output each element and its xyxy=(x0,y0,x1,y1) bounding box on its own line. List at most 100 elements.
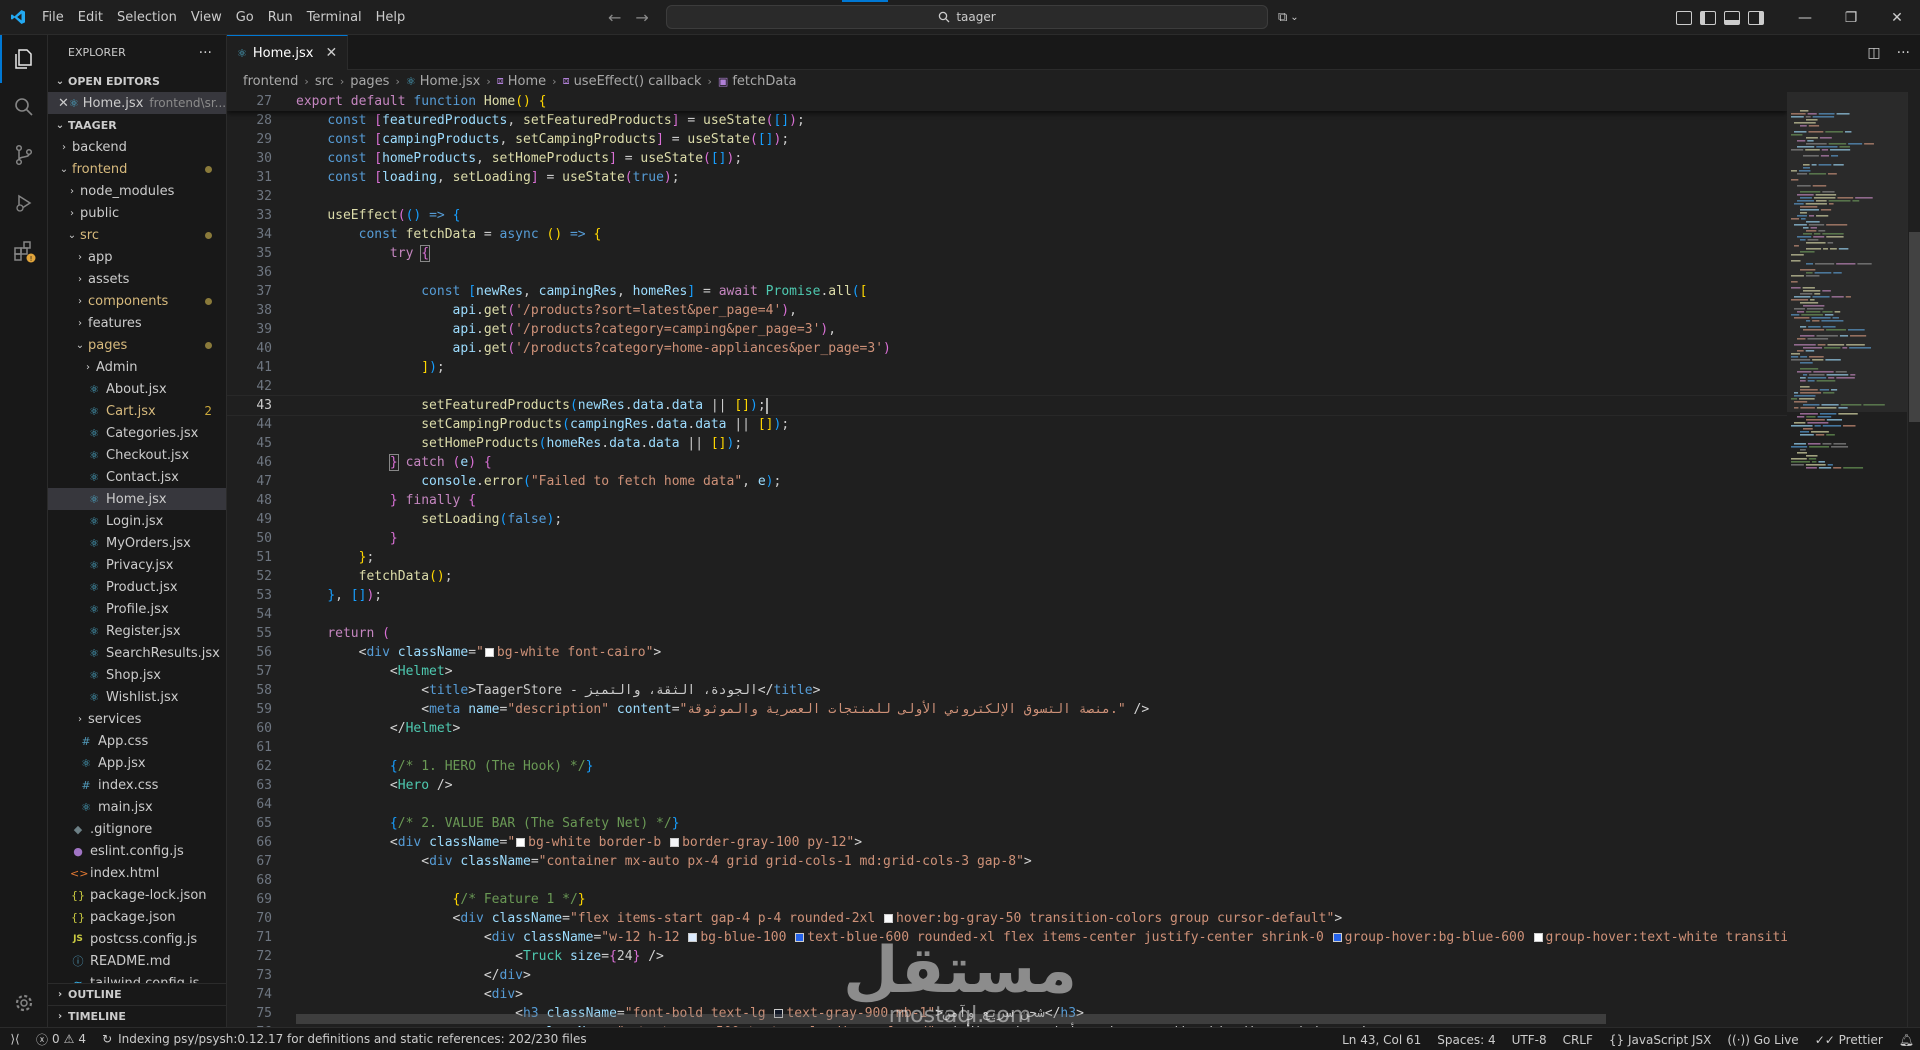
code-editor[interactable]: 27 export default function Home() { 28 c… xyxy=(227,92,1787,1027)
folder-item[interactable]: › components xyxy=(48,290,226,312)
toggle-primary-sidebar-icon[interactable] xyxy=(1700,10,1716,25)
file-item[interactable]: ⚛ Profile.jsx xyxy=(48,598,226,620)
folder-item[interactable]: › Admin xyxy=(48,356,226,378)
timeline-header[interactable]: › TIMELINE xyxy=(48,1005,226,1027)
file-item[interactable]: ⚛ Privacy.jsx xyxy=(48,554,226,576)
file-item[interactable]: ⚛ main.jsx xyxy=(48,796,226,818)
file-item[interactable]: # index.css xyxy=(48,774,226,796)
indentation[interactable]: Spaces: 4 xyxy=(1437,1033,1495,1047)
file-item[interactable]: JS postcss.config.js xyxy=(48,928,226,950)
file-item[interactable]: ⚛ Shop.jsx xyxy=(48,664,226,686)
folder-item[interactable]: › public xyxy=(48,202,226,224)
file-item[interactable]: {} package-lock.json xyxy=(48,884,226,906)
folder-item[interactable]: › assets xyxy=(48,268,226,290)
menu-item-selection[interactable]: Selection xyxy=(110,0,184,35)
file-item[interactable]: ⚛ Cart.jsx 2 xyxy=(48,400,226,422)
file-item[interactable]: ● eslint.config.js xyxy=(48,840,226,862)
run-debug-icon[interactable] xyxy=(0,179,48,227)
menu-item-view[interactable]: View xyxy=(184,0,229,35)
language-mode[interactable]: {} JavaScript JSX xyxy=(1609,1033,1711,1047)
close-window-icon[interactable]: ✕ xyxy=(1874,0,1920,35)
open-editors-header[interactable]: ⌄ OPEN EDITORS xyxy=(48,70,226,92)
file-item[interactable]: ⚛ Contact.jsx xyxy=(48,466,226,488)
prettier-status[interactable]: ✓✓ Prettier xyxy=(1815,1033,1883,1047)
breadcrumb-item[interactable]: frontend xyxy=(243,74,298,89)
file-item[interactable]: ⚛ MyOrders.jsx xyxy=(48,532,226,554)
folder-item[interactable]: ⌄ pages xyxy=(48,334,226,356)
toggle-panel-icon[interactable] xyxy=(1724,10,1740,25)
minimap-slider[interactable] xyxy=(1787,92,1907,412)
folder-item[interactable]: › node_modules xyxy=(48,180,226,202)
menu-item-terminal[interactable]: Terminal xyxy=(300,0,369,35)
file-item[interactable]: ⚛ Categories.jsx xyxy=(48,422,226,444)
close-tab-icon[interactable]: ✕ xyxy=(325,45,337,61)
project-header[interactable]: ⌄ TAAGER xyxy=(48,114,226,136)
menu-item-help[interactable]: Help xyxy=(369,0,413,35)
open-editor-item[interactable]: ✕ ⚛ Home.jsx frontend\sr... xyxy=(48,92,226,114)
explorer-icon[interactable] xyxy=(0,35,48,83)
file-item[interactable]: ⚛ Wishlist.jsx xyxy=(48,686,226,708)
folder-item[interactable]: › app xyxy=(48,246,226,268)
cursor-position[interactable]: Ln 43, Col 61 xyxy=(1342,1033,1421,1047)
back-arrow-icon[interactable]: ← xyxy=(608,8,621,27)
split-editor-icon[interactable]: ◫ xyxy=(1867,45,1880,61)
notifications-bell-icon[interactable]: 🔔︎ xyxy=(1899,1033,1914,1047)
file-item[interactable]: ⚛ Login.jsx xyxy=(48,510,226,532)
outline-header[interactable]: › OUTLINE xyxy=(48,983,226,1005)
vertical-scrollbar[interactable] xyxy=(1907,92,1920,1027)
search-icon[interactable] xyxy=(0,83,48,131)
file-item[interactable]: ⚛ App.jsx xyxy=(48,752,226,774)
close-icon[interactable]: ✕ xyxy=(58,96,69,111)
menu-item-edit[interactable]: Edit xyxy=(71,0,110,35)
file-item[interactable]: ⚛ SearchResults.jsx xyxy=(48,642,226,664)
breadcrumb-item[interactable]: src xyxy=(315,74,334,89)
breadcrumb-item[interactable]: Home.jsx xyxy=(420,74,481,89)
menu-item-file[interactable]: File xyxy=(35,0,71,35)
folder-item[interactable]: ⌄ src xyxy=(48,224,226,246)
copilot-menu[interactable]: ⧉ ⌄ xyxy=(1278,0,1299,35)
sticky-scroll-line[interactable]: 27 export default function Home() { xyxy=(227,92,1787,111)
restore-icon[interactable]: ❐ xyxy=(1828,0,1874,35)
file-item[interactable]: ⓘ README.md xyxy=(48,950,226,972)
encoding[interactable]: UTF-8 xyxy=(1512,1033,1547,1047)
folder-item[interactable]: › backend xyxy=(48,136,226,158)
menu-item-run[interactable]: Run xyxy=(261,0,300,35)
manage-gear-icon[interactable] xyxy=(0,979,48,1027)
end-of-line[interactable]: CRLF xyxy=(1563,1033,1593,1047)
minimize-icon[interactable]: — xyxy=(1782,0,1828,35)
file-item[interactable]: ⚛ Register.jsx xyxy=(48,620,226,642)
file-item[interactable]: ⚛ Home.jsx xyxy=(48,488,226,510)
file-item[interactable]: ◆ .gitignore xyxy=(48,818,226,840)
file-item[interactable]: # App.css xyxy=(48,730,226,752)
indexing-status[interactable]: ↻ Indexing psy/psysh:0.12.17 for definit… xyxy=(92,1032,587,1046)
horizontal-scrollbar[interactable] xyxy=(296,1014,1606,1024)
forward-arrow-icon[interactable]: → xyxy=(635,8,648,27)
folder-item[interactable]: ⌄ frontend xyxy=(48,158,226,180)
more-actions-icon[interactable]: ··· xyxy=(1897,45,1910,61)
file-item[interactable]: ⚛ Checkout.jsx xyxy=(48,444,226,466)
file-item[interactable]: ⚛ About.jsx xyxy=(48,378,226,400)
folder-item[interactable]: › features xyxy=(48,312,226,334)
problems-indicator[interactable]: ⓧ 0 ⚠ 4 xyxy=(30,1031,92,1048)
tab-home-jsx[interactable]: ⚛ Home.jsx ✕ xyxy=(227,35,349,70)
breadcrumb-item[interactable]: fetchData xyxy=(732,74,796,89)
customize-layout-icon[interactable] xyxy=(1676,10,1692,25)
file-item[interactable]: <> index.html xyxy=(48,862,226,884)
scrollbar-thumb[interactable] xyxy=(1909,232,1920,422)
file-item[interactable]: ⚛ Product.jsx xyxy=(48,576,226,598)
minimap[interactable] xyxy=(1787,92,1907,1027)
remote-icon[interactable]: ⟩⟨ xyxy=(0,1028,30,1050)
toggle-secondary-sidebar-icon[interactable] xyxy=(1748,10,1764,25)
menu-item-go[interactable]: Go xyxy=(229,0,261,35)
file-item[interactable]: {} package.json xyxy=(48,906,226,928)
breadcrumb-item[interactable]: pages xyxy=(350,74,389,89)
breadcrumb-item[interactable]: Home xyxy=(508,74,546,89)
tab-label: Home.jsx xyxy=(252,45,314,61)
breadcrumb-item[interactable]: useEffect() callback xyxy=(574,74,702,89)
extensions-icon[interactable]: ! xyxy=(0,227,48,275)
more-actions-icon[interactable]: ··· xyxy=(199,45,212,61)
command-center-search[interactable]: taager xyxy=(666,5,1268,29)
source-control-icon[interactable] xyxy=(0,131,48,179)
folder-item[interactable]: › services xyxy=(48,708,226,730)
go-live-button[interactable]: ((·)) Go Live xyxy=(1727,1033,1798,1047)
